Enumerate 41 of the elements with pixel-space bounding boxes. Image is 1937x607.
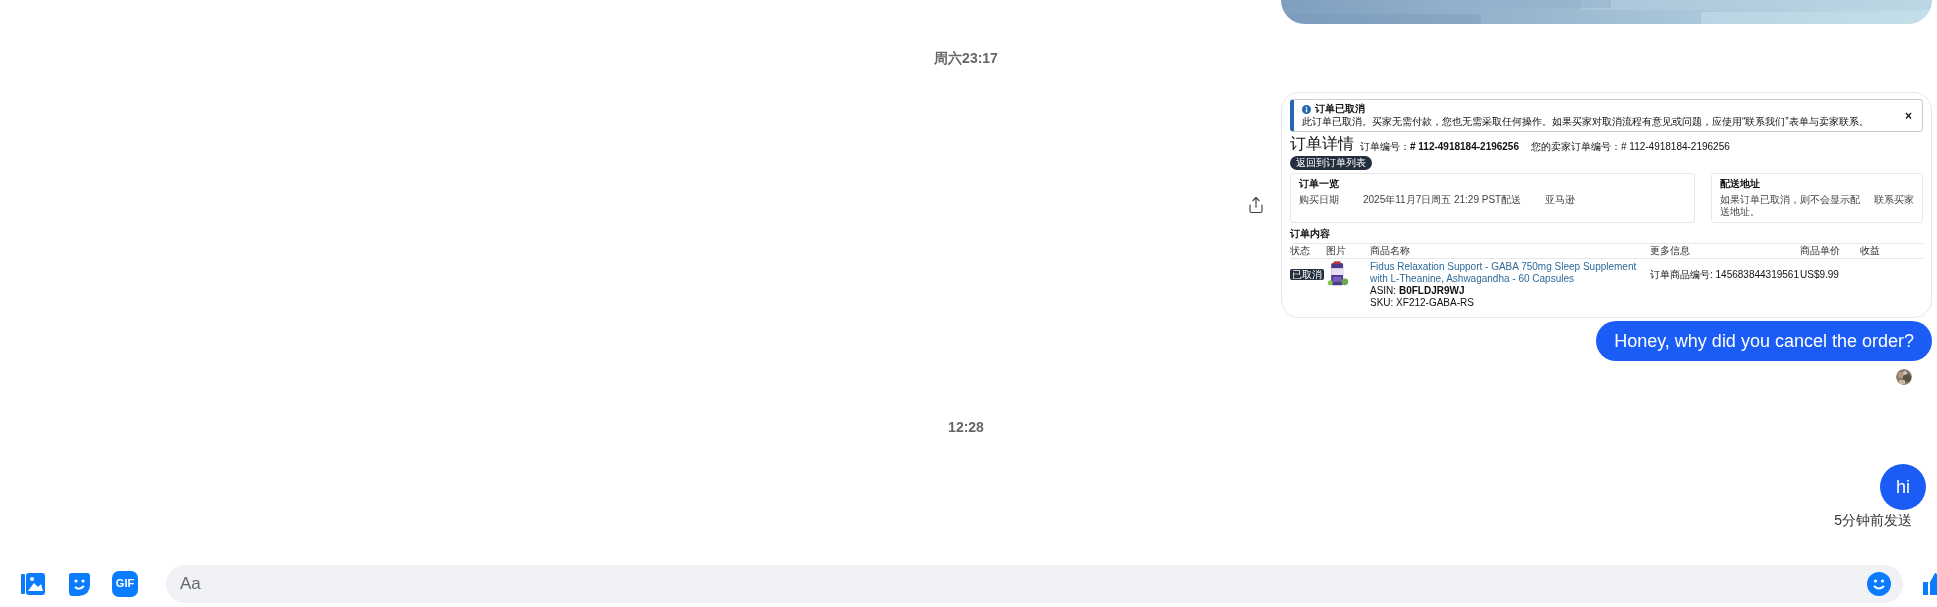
- back-to-orders-button[interactable]: 返回到订单列表: [1290, 156, 1372, 170]
- field-label: 购买日期: [1299, 194, 1339, 206]
- asin-text: ASIN: B0FLDJR9WJ: [1370, 285, 1466, 297]
- alert-title: 订单已取消: [1315, 103, 1365, 115]
- message-input[interactable]: Aa: [166, 564, 1903, 603]
- message-bubble: Honey, why did you cancel the order?: [1596, 321, 1932, 361]
- alert-message: 此订单已取消。买家无需付款，您也无需采取任何操作。如果买家对取消流程有意见或问题，应使用“联系我们”表单与卖家联系。: [1302, 116, 1870, 128]
- sticker-icon[interactable]: [66, 570, 92, 597]
- section-title: 订单内容: [1290, 228, 1331, 240]
- page-heading: 订单详情: [1290, 135, 1354, 153]
- table-cell: 订单商品编号: 145683844319561: [1650, 269, 1799, 280]
- photos-icon[interactable]: [20, 570, 46, 597]
- thumbs-up-icon[interactable]: [1923, 571, 1937, 596]
- column-header: 商品名称: [1370, 244, 1650, 259]
- gif-button[interactable]: GIF: [112, 570, 138, 597]
- message-bubble: hi: [1880, 464, 1926, 510]
- delivery-status: 5分钟前发送: [1834, 512, 1912, 528]
- column-header: 商品单价: [1800, 244, 1860, 259]
- contact-buyer-link[interactable]: 联系买家: [1874, 194, 1914, 218]
- order-number: 订单编号：# 112-4918184-2196256: [1360, 141, 1519, 153]
- share-icon[interactable]: [1247, 196, 1265, 214]
- field-value: 亚马逊: [1545, 194, 1576, 206]
- column-header: 更多信息: [1650, 244, 1800, 259]
- sku-text: SKU: XF212-GABA-RS: [1370, 297, 1475, 309]
- timestamp: 周六23:17: [934, 50, 998, 66]
- info-icon: [1302, 104, 1311, 114]
- column-header: 收益: [1860, 244, 1923, 259]
- shipping-note: 如果订单已取消，则不会显示配送地址。: [1720, 194, 1862, 218]
- card-title: 配送地址: [1720, 178, 1762, 190]
- field-value: 2025年11月7日周五 21:29 PST: [1363, 194, 1502, 206]
- field-label: 配送: [1501, 194, 1522, 206]
- column-header: 状态: [1290, 244, 1326, 259]
- status-badge: 已取消: [1290, 269, 1324, 280]
- seller-order-number: 您的卖家订单编号：# 112-4918184-2196256: [1531, 141, 1730, 153]
- close-button[interactable]: ×: [1903, 109, 1914, 122]
- table-cell: US$9.99: [1800, 269, 1839, 280]
- product-link[interactable]: Fidus Relaxation Support - GABA 750mg Sleep Supplement with L-Theanine, Ashwagandha - 60 Capsules: [1370, 261, 1650, 285]
- card-title: 订单一览: [1299, 178, 1340, 190]
- emoji-icon[interactable]: [1867, 571, 1891, 596]
- column-header: 图片: [1326, 244, 1370, 259]
- timestamp: 12:28: [948, 419, 984, 435]
